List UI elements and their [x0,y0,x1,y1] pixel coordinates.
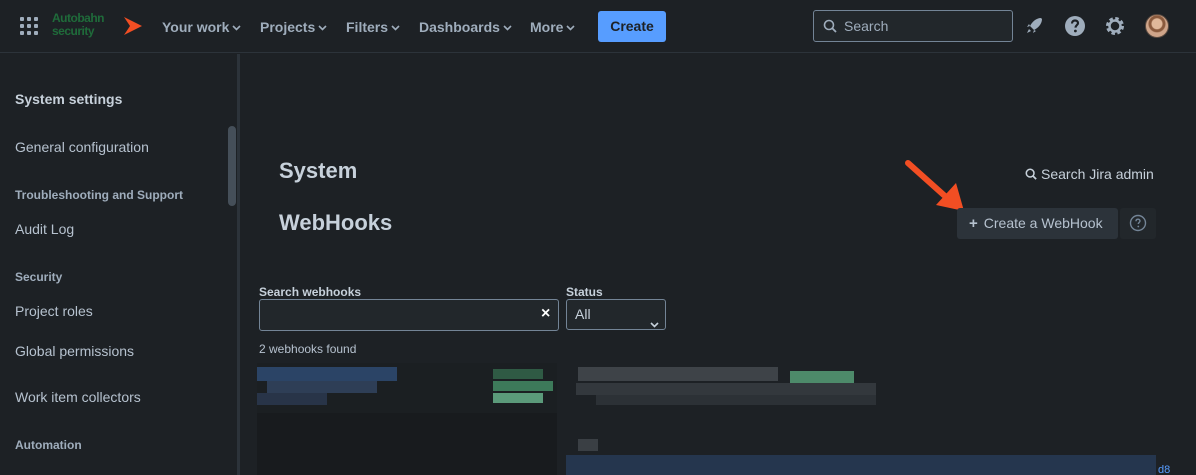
chevron-down-icon [650,309,659,338]
redacted-webhook-url [566,363,886,475]
plus-icon: + [969,215,978,232]
search-jira-admin-link[interactable]: Search Jira admin [1025,166,1154,182]
redacted-webhook-events [886,455,1156,475]
sidebar-title: System settings [15,91,123,107]
sidebar-item-work-item-collectors[interactable]: Work item collectors [15,389,141,405]
avatar[interactable] [1145,14,1169,38]
search-webhooks-input[interactable] [266,306,526,324]
chevron-down-icon [232,17,241,35]
status-select[interactable]: All [566,299,666,330]
nav-dashboards[interactable]: Dashboards [419,17,512,37]
chevron-down-icon [391,17,400,35]
nav-your-work[interactable]: Your work [162,17,241,37]
search-webhooks-field[interactable]: × [259,299,559,331]
sidebar-scrollbar[interactable] [228,126,236,206]
nav-filters[interactable]: Filters [346,17,400,37]
sidebar-item-audit-log[interactable]: Audit Log [15,221,74,237]
search-webhooks-label: Search webhooks [259,285,362,299]
chevron-down-icon [566,17,576,35]
help-icon[interactable] [1063,14,1087,38]
search-icon [823,19,837,38]
nav-projects[interactable]: Projects [260,17,327,37]
sidebar-item-general-configuration[interactable]: General configuration [15,139,149,155]
webhook-link-fragment[interactable]: d8 [1158,464,1170,475]
rocket-icon[interactable] [1024,14,1048,38]
page-title: System [279,158,358,183]
search-input[interactable] [844,17,1004,35]
sidebar-heading-automation: Automation [15,438,82,452]
redacted-webhook-name [257,363,557,475]
sidebar-heading-security: Security [15,270,63,284]
search-icon [1025,168,1037,180]
sidebar-item-project-roles[interactable]: Project roles [15,303,93,319]
app-switcher-icon[interactable] [20,17,38,35]
nav-more[interactable]: More [530,17,576,37]
page-subtitle: WebHooks [279,210,393,235]
sidebar-item-global-permissions[interactable]: Global permissions [15,343,134,359]
chevron-down-icon [318,17,327,35]
top-navigation: Autobahn security Your work Projects Fil… [0,0,1196,53]
company-logo[interactable]: Autobahn security [52,11,144,41]
question-icon [1129,214,1147,232]
global-search[interactable] [813,10,1013,42]
clear-icon[interactable]: × [541,305,550,323]
help-button[interactable] [1120,208,1156,239]
sidebar: System settings General configuration Tr… [0,54,240,475]
results-count: 2 webhooks found [259,342,357,356]
chevron-down-icon [503,17,512,35]
status-label: Status [566,285,603,299]
gear-icon[interactable] [1103,14,1127,38]
sidebar-heading-troubleshooting: Troubleshooting and Support [15,188,183,202]
create-button[interactable]: Create [598,11,666,42]
create-webhook-button[interactable]: + Create a WebHook [957,208,1118,239]
